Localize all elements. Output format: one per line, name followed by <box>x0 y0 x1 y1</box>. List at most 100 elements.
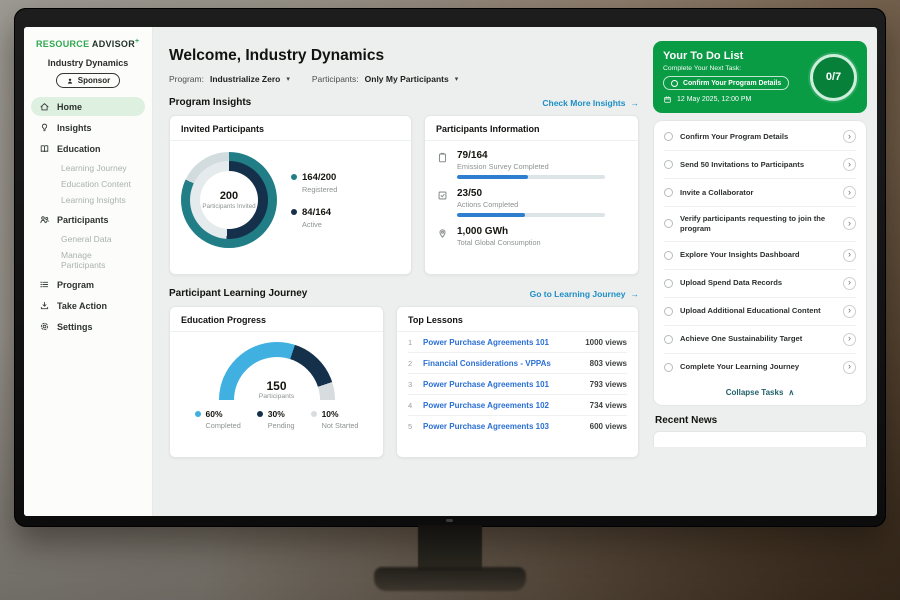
legend-item-registered: 164/200 Registered <box>291 172 337 194</box>
donut-center: 200 Participants Invited <box>200 171 258 229</box>
task-checkbox[interactable] <box>664 188 673 197</box>
task-checkbox[interactable] <box>664 219 673 228</box>
lesson-row: 5 Power Purchase Agreements 103 600 view… <box>408 416 627 436</box>
checklist-icon <box>436 189 449 202</box>
sidebar-item-insights[interactable]: Insights <box>31 118 145 137</box>
sponsor-label: Sponsor <box>78 76 110 85</box>
brand-plus: + <box>135 38 139 45</box>
chevron-right-icon[interactable]: › <box>843 158 856 171</box>
chevron-right-icon[interactable]: › <box>843 130 856 143</box>
book-icon <box>39 143 50 154</box>
progress-fill <box>457 175 528 179</box>
legend-value: 84/164 <box>302 207 331 218</box>
task-checkbox[interactable] <box>664 251 673 260</box>
sponsor-badge[interactable]: Sponsor <box>56 73 120 88</box>
task-checkbox[interactable] <box>664 132 673 141</box>
task-checkbox[interactable] <box>664 307 673 316</box>
task-row[interactable]: Send 50 Invitations to Participants › <box>664 151 856 179</box>
action-arrow-icon <box>39 300 50 311</box>
filter-bar: Program: Industrialize Zero ▾ Participan… <box>169 74 639 84</box>
participants-filter-label: Participants: <box>312 74 359 84</box>
chevron-right-icon[interactable]: › <box>843 333 856 346</box>
task-row[interactable]: Confirm Your Program Details › <box>664 123 856 151</box>
info-row-consumption: 1,000 GWh Total Global Consumption <box>436 226 627 247</box>
legend-dot <box>291 174 297 180</box>
sidebar-item-education[interactable]: Education <box>31 139 145 158</box>
task-label: Upload Additional Educational Content <box>680 306 836 316</box>
lesson-link[interactable]: Power Purchase Agreements 101 <box>423 380 583 389</box>
list-icon <box>39 279 50 290</box>
info-label: Emission Survey Completed <box>457 162 605 171</box>
participants-filter-select[interactable]: Only My Participants <box>365 74 449 84</box>
info-value: 79/164 <box>457 150 605 161</box>
chevron-down-icon[interactable]: ▾ <box>455 75 459 83</box>
chevron-right-icon[interactable]: › <box>843 186 856 199</box>
next-task-chip[interactable]: Confirm Your Program Details <box>663 76 789 90</box>
link-label: Check More Insights <box>542 98 625 108</box>
task-checkbox[interactable] <box>664 363 673 372</box>
lesson-link[interactable]: Power Purchase Agreements 101 <box>423 338 578 347</box>
legend-value: 60% <box>206 409 223 419</box>
legend-item-completed: 60% Completed <box>195 409 241 430</box>
calendar-icon <box>663 95 672 104</box>
legend-item-active: 84/164 Active <box>291 207 337 229</box>
education-gauge-chart: 150 Participants <box>219 342 335 400</box>
task-checkbox[interactable] <box>664 335 673 344</box>
chevron-right-icon[interactable]: › <box>843 305 856 318</box>
sidebar-item-take-action[interactable]: Take Action <box>31 296 145 315</box>
chevron-down-icon[interactable]: ▾ <box>286 75 290 83</box>
collapse-label: Collapse Tasks <box>726 388 784 397</box>
lesson-link[interactable]: Power Purchase Agreements 102 <box>423 401 583 410</box>
sidebar-item-learning-journey[interactable]: Learning Journey <box>31 160 145 176</box>
sidebar-item-participants[interactable]: Participants <box>31 210 145 229</box>
legend-label: Pending <box>268 421 295 430</box>
gauge-center-label: Participants <box>219 393 335 400</box>
sidebar-item-settings[interactable]: Settings <box>31 317 145 336</box>
lesson-views: 734 views <box>590 401 627 410</box>
sidebar-item-learning-insights[interactable]: Learning Insights <box>31 192 145 208</box>
sidebar-item-program[interactable]: Program <box>31 275 145 294</box>
collapse-tasks-link[interactable]: Collapse Tasks ∧ <box>664 381 856 401</box>
brand-secondary: ADVISOR <box>92 39 135 49</box>
task-checkbox[interactable] <box>664 160 673 169</box>
chevron-right-icon[interactable]: › <box>843 277 856 290</box>
task-row[interactable]: Upload Additional Educational Content › <box>664 298 856 326</box>
sidebar-item-education-content[interactable]: Education Content <box>31 176 145 192</box>
sidebar-item-label: Education <box>57 144 101 154</box>
due-date-text: 12 May 2025, 12:00 PM <box>677 96 751 103</box>
sidebar-item-home[interactable]: Home <box>31 97 145 116</box>
go-to-learning-journey-link[interactable]: Go to Learning Journey → <box>530 289 639 299</box>
card-title: Top Lessons <box>397 307 638 332</box>
program-filter-select[interactable]: Industrialize Zero <box>210 74 280 84</box>
sidebar-item-label: Home <box>57 102 82 112</box>
chevron-right-icon[interactable]: › <box>843 217 856 230</box>
check-more-insights-link[interactable]: Check More Insights → <box>542 98 639 108</box>
arrow-right-icon: → <box>631 98 640 108</box>
gear-icon <box>39 321 50 332</box>
sidebar-item-general-data[interactable]: General Data <box>31 231 145 247</box>
task-row[interactable]: Complete Your Learning Journey › <box>664 354 856 381</box>
task-row[interactable]: Upload Spend Data Records › <box>664 270 856 298</box>
task-row[interactable]: Explore Your Insights Dashboard › <box>664 242 856 270</box>
invited-participants-card: Invited Participants 200 Participants In… <box>169 115 412 275</box>
task-checkbox[interactable] <box>664 279 673 288</box>
info-value: 1,000 GWh <box>457 226 541 237</box>
chevron-right-icon[interactable]: › <box>843 249 856 262</box>
info-label: Actions Completed <box>457 200 605 209</box>
task-row[interactable]: Verify participants requesting to join t… <box>664 207 856 242</box>
sidebar-item-manage-participants[interactable]: Manage Participants <box>31 247 145 273</box>
info-row-actions: 23/50 Actions Completed <box>436 188 627 217</box>
sidebar-item-label: Take Action <box>57 301 107 311</box>
task-list-card: Confirm Your Program Details › Send 50 I… <box>653 120 867 406</box>
task-row[interactable]: Invite a Collaborator › <box>664 179 856 207</box>
lesson-row: 2 Financial Considerations - VPPAs 803 v… <box>408 353 627 374</box>
task-label: Achieve One Sustainability Target <box>680 334 836 344</box>
progress-fill <box>457 213 525 217</box>
chevron-right-icon[interactable]: › <box>843 361 856 374</box>
top-lessons-card: Top Lessons 1 Power Purchase Agreements … <box>396 306 639 458</box>
task-row[interactable]: Achieve One Sustainability Target › <box>664 326 856 354</box>
sidebar-item-label: Program <box>57 280 94 290</box>
lesson-link[interactable]: Power Purchase Agreements 103 <box>423 422 583 431</box>
lesson-link[interactable]: Financial Considerations - VPPAs <box>423 359 583 368</box>
lesson-rank: 5 <box>408 422 416 431</box>
